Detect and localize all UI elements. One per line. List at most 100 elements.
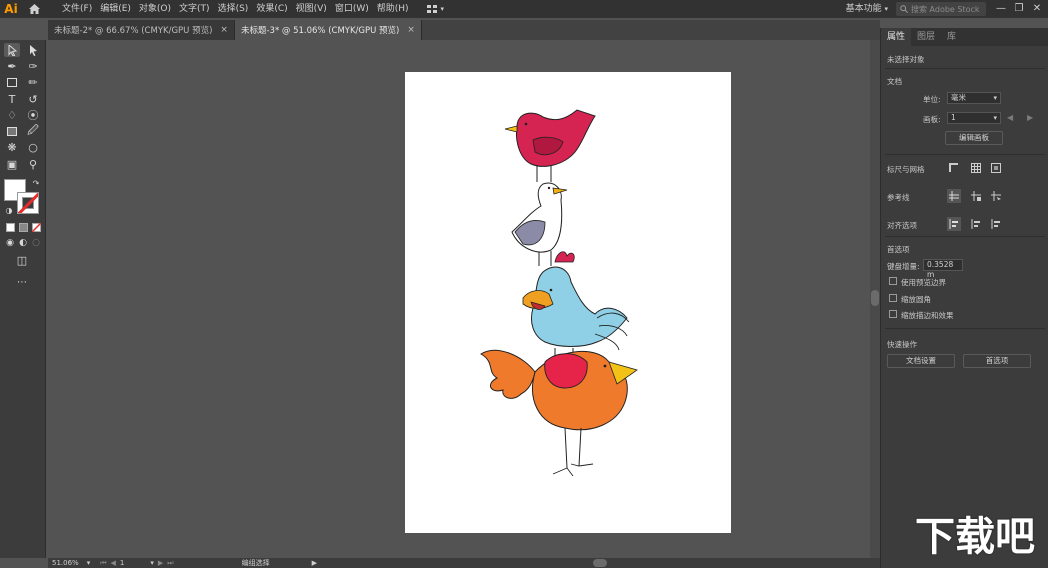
ruler-icon[interactable] [947,161,961,175]
menu-type[interactable]: 文字(T) [175,0,214,18]
preferences-button[interactable]: 首选项 [963,354,1031,368]
use-preview-bounds-label: 使用预览边界 [901,278,946,287]
use-preview-bounds-checkbox[interactable] [889,277,897,285]
menu-edit[interactable]: 编辑(E) [96,0,135,18]
status-menu-icon[interactable]: ▶ [312,559,317,567]
artboard-number[interactable]: 1 [120,559,124,567]
scale-corners-label: 缩放圆角 [901,295,931,304]
units-label: 单位: [923,95,941,104]
align-to-artboard-icon[interactable] [989,217,1003,231]
red-bird-icon [504,109,596,182]
rotate-tool-icon[interactable]: ↺ [25,92,41,106]
menu-file[interactable]: 文件(F) [58,0,96,18]
panel-tabs: 属性 图层 库 [881,28,1048,46]
direct-selection-tool-icon[interactable] [25,43,41,57]
menu-help[interactable]: 帮助(H) [373,0,413,18]
gradient-tool-icon[interactable] [4,124,20,138]
next-artboard-icon[interactable]: ▶ [158,559,163,567]
curvature-tool-icon[interactable]: ✑ [25,59,41,73]
zoom-level[interactable]: 51.06% [52,559,79,567]
canvas-area[interactable] [48,40,870,558]
stroke-swatch[interactable] [17,192,39,214]
first-artboard-icon[interactable]: ⏮ [100,559,106,568]
home-icon[interactable] [22,0,46,18]
horizontal-scroll-thumb[interactable] [593,559,607,567]
search-icon [900,5,908,13]
prev-artboard-icon[interactable]: ◀ [1007,113,1013,122]
artboard[interactable] [405,72,731,533]
swap-fill-stroke-icon[interactable]: ↷ [28,176,44,190]
edit-toolbar-icon[interactable]: ⋯ [14,275,30,289]
menu-object[interactable]: 对象(O) [135,0,175,18]
lock-guides-icon[interactable] [969,189,983,203]
last-artboard-icon[interactable]: ⏭ [167,559,173,568]
type-tool-icon[interactable]: T [4,92,20,106]
eyedropper-tool-icon[interactable]: 🖉 [25,124,41,138]
paintbrush-tool-icon[interactable]: ✏ [25,75,41,89]
keyboard-increment-input[interactable]: 0.3528 m [923,259,963,279]
prev-artboard-icon[interactable]: ◀ [111,559,116,567]
grid-layout-icon [426,5,437,13]
tab-libraries[interactable]: 库 [941,28,962,46]
lasso-tool-icon[interactable]: ⦿ [25,108,41,122]
no-selection-label: 未选择对象 [887,55,925,64]
stock-search-input[interactable]: 搜索 Adobe Stock [896,2,986,16]
screen-mode-icon[interactable]: ◫ [14,253,30,267]
edit-artboards-button[interactable]: 编辑画板 [945,131,1003,145]
divider [885,154,1045,155]
pen-tool-icon[interactable]: ✒ [4,59,20,73]
tab-document-2[interactable]: 未标题-2* @ 66.67% (CMYK/GPU 预览) × [48,20,235,40]
workspace-switcher[interactable]: 基本功能 ▾ [846,0,888,18]
units-dropdown[interactable]: 毫米 ▾ [947,92,1001,104]
current-tool-label: 编组选择 [241,559,270,567]
scale-strokes-checkbox[interactable] [889,310,897,318]
smart-guides-icon[interactable] [989,189,1003,203]
chevron-down-icon: ▾ [884,5,888,13]
restore-icon[interactable]: ❐ [1010,0,1028,18]
document-setup-button[interactable]: 文档设置 [887,354,955,368]
grid-icon[interactable] [969,161,983,175]
symbol-sprayer-tool-icon[interactable]: ❋ [4,140,20,154]
none-mode-icon[interactable] [28,220,44,234]
tab-properties[interactable]: 属性 [881,28,912,46]
show-guides-icon[interactable] [947,189,961,203]
menu-effect[interactable]: 效果(C) [252,0,291,18]
menu-select[interactable]: 选择(S) [214,0,253,18]
eraser-tool-icon[interactable]: ♢ [4,108,20,122]
tab-layers[interactable]: 图层 [911,28,941,46]
close-tab-icon[interactable]: × [407,25,415,35]
menu-bar: Ai 文件(F) 编辑(E) 对象(O) 文字(T) 选择(S) 效果(C) 视… [0,0,1048,18]
vertical-scrollbar[interactable] [870,40,880,558]
draw-inside-icon[interactable]: ○ [28,236,44,250]
next-artboard-icon[interactable]: ▶ [1027,113,1033,122]
selection-tool-icon[interactable] [4,43,20,57]
zoom-tool-icon[interactable]: ⚲ [25,157,41,171]
blue-chicken-icon [522,251,630,360]
menu-view[interactable]: 视图(V) [292,0,331,18]
arrange-documents-button[interactable]: ▾ [426,5,444,13]
tab-document-3[interactable]: 未标题-3* @ 51.06% (CMYK/GPU 预览) × [234,20,422,40]
chevron-down-icon[interactable]: ▾ [150,559,154,567]
minimize-icon[interactable]: — [992,0,1010,18]
rectangle-tool-icon[interactable] [4,75,20,89]
menu-window[interactable]: 窗口(W) [331,0,373,18]
scroll-thumb[interactable] [871,290,879,306]
close-icon[interactable]: ✕ [1028,0,1046,18]
blend-tool-icon[interactable]: ○ [25,140,41,154]
close-tab-icon[interactable]: × [220,25,228,35]
align-to-selection-icon[interactable] [947,217,961,231]
pixel-grid-icon[interactable] [989,161,1003,175]
document-tabs: 未标题-2* @ 66.67% (CMYK/GPU 预览) × 未标题-3* @… [48,20,880,40]
artboard-dropdown[interactable]: 1 ▾ [947,112,1001,124]
default-colors-icon[interactable]: ◑ [1,203,17,217]
scale-corners-checkbox[interactable] [889,294,897,302]
illustrator-window: Ai 文件(F) 编辑(E) 对象(O) 文字(T) 选择(S) 效果(C) 视… [0,0,1048,568]
crop-tool-icon[interactable]: ▣ [4,157,20,171]
chevron-down-icon: ▾ [993,114,997,122]
app-logo: Ai [4,2,18,16]
tools-panel: ✒ ✑ ✏ T ↺ ♢ ⦿ 🖉 ❋ ○ ▣ ⚲ ↷ ◑ ◉ ◐ ○ ◫ ⋯ [0,40,46,558]
chevron-down-icon[interactable]: ▾ [87,559,91,567]
align-to-key-object-icon[interactable] [969,217,983,231]
scale-strokes-label: 缩放描边和效果 [901,311,954,320]
divider [885,236,1045,237]
